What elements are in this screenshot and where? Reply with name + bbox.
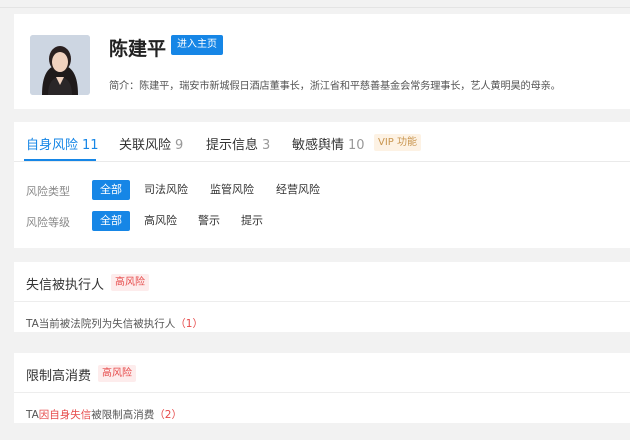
risk-count: （1） xyxy=(175,318,203,330)
risk-header: 失信被执行人 高风险 xyxy=(14,262,630,302)
risk-text-suffix: 被限制高消费 xyxy=(91,409,155,421)
tab-sensitive-news[interactable]: 敏感舆情 10 xyxy=(292,134,365,153)
tab-related-risk[interactable]: 关联风险 9 xyxy=(119,134,183,153)
risk-filter-panel: 自身风险 11 关联风险 9 提示信息 3 敏感舆情 10 VIP 功能 风险类型 全部… xyxy=(14,122,630,248)
profile-card: 陈建平 进入主页 简介：陈建平，瑞安市新城假日酒店董事长，浙江省和平慈善基金会常… xyxy=(14,14,630,109)
filter-label: 风险等级 xyxy=(26,216,70,229)
filter-option-all[interactable]: 全部 xyxy=(92,211,130,231)
tab-count: 11 xyxy=(82,138,99,153)
filter-option-operation[interactable]: 经营风险 xyxy=(276,180,320,200)
filter-option-hint[interactable]: 提示 xyxy=(241,211,263,231)
avatar xyxy=(30,35,90,95)
vip-badge: VIP 功能 xyxy=(374,134,421,151)
tab-own-risk[interactable]: 自身风险 11 xyxy=(26,134,99,153)
filter-label: 风险类型 xyxy=(26,185,70,198)
risk-level-badge: 高风险 xyxy=(111,274,149,291)
risk-text-highlight[interactable]: 因自身失信 xyxy=(39,409,92,421)
person-name: 陈建平 xyxy=(109,38,167,60)
risk-description[interactable]: TA当前被法院列为失信被执行人（1） xyxy=(26,316,203,331)
tab-count: 3 xyxy=(262,138,271,153)
risk-count: （2） xyxy=(154,409,182,421)
risk-tabs: 自身风险 11 关联风险 9 提示信息 3 敏感舆情 10 VIP 功能 xyxy=(14,122,630,162)
risk-header: 限制高消费 高风险 xyxy=(14,353,630,393)
tab-hint-info[interactable]: 提示信息 3 xyxy=(206,134,270,153)
risk-section-consumption-limit: 限制高消费 高风险 TA因自身失信被限制高消费（2） xyxy=(14,353,630,423)
tab-label: 关联风险 xyxy=(119,138,172,153)
filter-option-all[interactable]: 全部 xyxy=(92,180,130,200)
filter-option-high-risk[interactable]: 高风险 xyxy=(144,211,177,231)
person-intro: 简介：陈建平，瑞安市新城假日酒店董事长，浙江省和平慈善基金会常务理事长，艺人黄明… xyxy=(109,81,561,92)
active-tab-underline xyxy=(24,159,96,161)
tab-label: 提示信息 xyxy=(206,138,259,153)
tab-label: 自身风险 xyxy=(26,138,79,153)
filter-option-regulatory[interactable]: 监管风险 xyxy=(210,180,254,200)
enter-homepage-button[interactable]: 进入主页 xyxy=(171,35,223,55)
risk-level-badge: 高风险 xyxy=(98,365,136,382)
risk-section-dishonest: 失信被执行人 高风险 TA当前被法院列为失信被执行人（1） xyxy=(14,262,630,332)
risk-title: 限制高消费 xyxy=(26,369,92,384)
tab-count: 10 xyxy=(348,138,365,153)
filter-option-warning[interactable]: 警示 xyxy=(198,211,220,231)
risk-description[interactable]: TA因自身失信被限制高消费（2） xyxy=(26,407,182,422)
tab-label: 敏感舆情 xyxy=(292,138,345,153)
risk-text-prefix: TA xyxy=(26,409,39,421)
risk-text-prefix: TA当前被法院列为失信被执行人 xyxy=(26,318,176,330)
filter-option-judicial[interactable]: 司法风险 xyxy=(144,180,188,200)
tab-count: 9 xyxy=(175,138,184,153)
top-bar xyxy=(0,0,630,8)
risk-title: 失信被执行人 xyxy=(26,278,105,293)
